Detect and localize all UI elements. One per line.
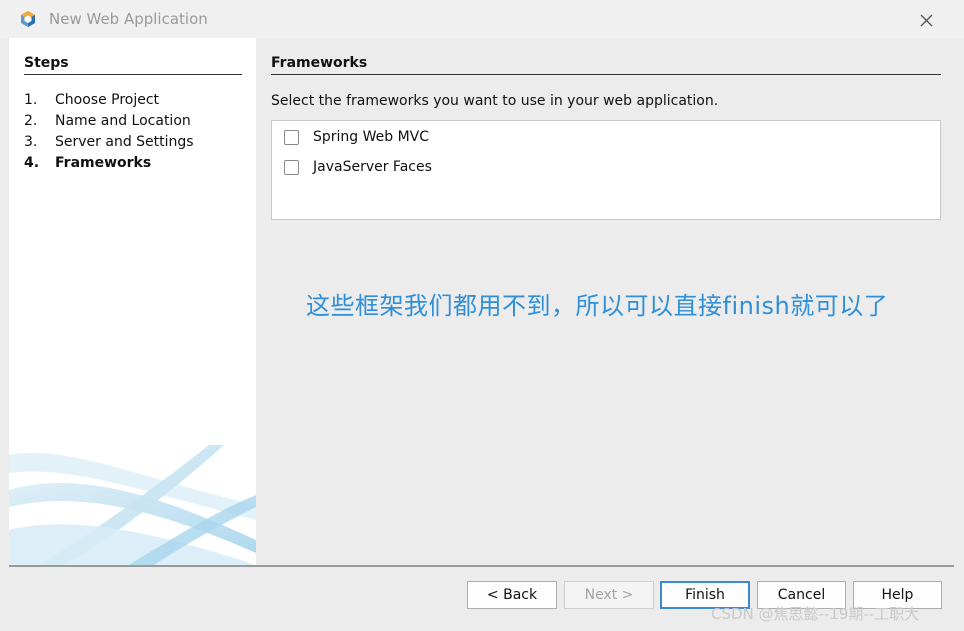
step-number: 4.	[24, 155, 40, 171]
framework-list: Spring Web MVC JavaServer Faces	[271, 120, 941, 220]
step-number: 3.	[24, 134, 38, 150]
framework-option-javaserver-faces[interactable]: JavaServer Faces	[284, 156, 432, 178]
steps-panel: Steps 1. Choose Project 2. Name and Locati…	[9, 38, 256, 565]
step-number: 2.	[24, 113, 38, 129]
window-title: New Web Application	[49, 10, 208, 28]
steps-divider	[24, 74, 242, 75]
step-label: Frameworks	[55, 155, 152, 171]
decorative-swoosh-graphic	[9, 445, 256, 565]
steps-heading: Steps	[24, 55, 69, 71]
step-label: Choose Project	[55, 92, 160, 108]
step-item-server-and-settings: 3. Server and Settings	[24, 134, 194, 150]
annotation-note: 这些框架我们都用不到，所以可以直接finish就可以了	[306, 292, 889, 320]
step-item-choose-project: 1. Choose Project	[24, 92, 159, 108]
content-panel: Frameworks Select the frameworks you wan…	[256, 38, 954, 565]
close-icon[interactable]	[912, 6, 940, 34]
framework-option-spring-web-mvc[interactable]: Spring Web MVC	[284, 126, 429, 148]
netbeans-cube-icon	[19, 10, 37, 28]
watermark: CSDN @焦思懿--19期--工职大	[711, 605, 920, 623]
checkbox[interactable]	[284, 129, 299, 145]
step-label: Server and Settings	[55, 134, 194, 150]
instruction-text: Select the frameworks you want to use in…	[271, 93, 719, 109]
step-item-name-and-location: 2. Name and Location	[24, 113, 191, 129]
step-label: Name and Location	[55, 113, 191, 129]
step-number: 1.	[24, 92, 38, 108]
framework-label: Spring Web MVC	[313, 129, 430, 145]
next-button[interactable]: Next >	[564, 581, 654, 609]
dialog-window: New Web Application Steps 1. Choose Proje…	[0, 0, 964, 631]
title-bar: New Web Application	[0, 0, 964, 38]
framework-label: JavaServer Faces	[313, 159, 432, 175]
step-item-frameworks: 4. Frameworks	[24, 155, 151, 171]
panel-title: Frameworks	[271, 55, 368, 71]
panel-divider	[271, 74, 941, 75]
checkbox[interactable]	[284, 159, 299, 175]
back-button[interactable]: < Back	[467, 581, 557, 609]
